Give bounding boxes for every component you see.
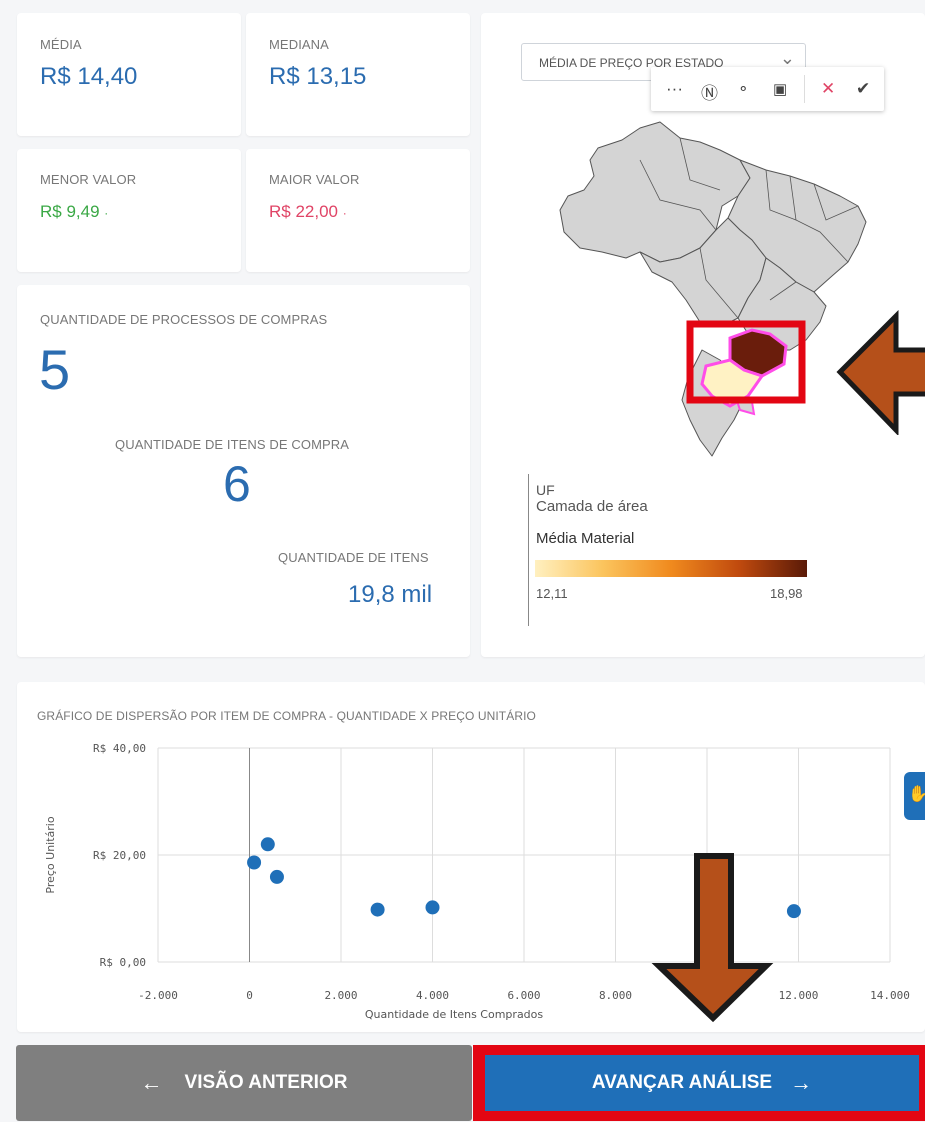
previous-view-label: VISÃO ANTERIOR <box>184 1072 348 1093</box>
annotation-arrow-down <box>651 853 774 1023</box>
scatter-point[interactable] <box>260 837 275 852</box>
arrow-right-icon: → <box>790 1070 813 1095</box>
advance-analysis-button[interactable]: AVANÇAR ANÁLISE → <box>485 1055 919 1111</box>
previous-view-button[interactable]: ← VISÃO ANTERIOR <box>16 1045 472 1121</box>
scatter-point[interactable] <box>269 869 284 884</box>
accessibility-widget[interactable]: ✋ <box>904 772 925 820</box>
y-tick-label: R$ 20,00 <box>93 849 146 862</box>
hand-icon: ✋ <box>908 786 925 803</box>
x-tick-label: 0 <box>246 989 253 1002</box>
y-tick-label: R$ 0,00 <box>100 956 146 969</box>
arrow-left-icon: ← <box>140 1070 163 1095</box>
scatter-point[interactable] <box>425 900 440 915</box>
advance-analysis-highlight: AVANÇAR ANÁLISE → <box>473 1045 925 1121</box>
advance-analysis-label: AVANÇAR ANÁLISE <box>591 1072 773 1093</box>
x-tick-label: 4.000 <box>416 989 449 1002</box>
x-tick-label: 8.000 <box>599 989 632 1002</box>
scatter-point[interactable] <box>370 902 385 917</box>
y-tick-label: R$ 40,00 <box>93 742 146 755</box>
scatter-chart[interactable]: -2.00002.0004.0006.0008.00010.00012.0001… <box>0 0 925 1040</box>
x-tick-label: 14.000 <box>870 989 910 1002</box>
x-tick-label: -2.000 <box>138 989 178 1002</box>
scatter-point[interactable] <box>786 904 801 919</box>
x-tick-label: 12.000 <box>779 989 819 1002</box>
x-tick-label: 2.000 <box>324 989 357 1002</box>
scatter-point[interactable] <box>247 855 262 870</box>
x-axis-label: Quantidade de Itens Comprados <box>365 1008 544 1021</box>
y-axis-label: Preço Unitário <box>44 816 57 893</box>
x-tick-label: 6.000 <box>507 989 540 1002</box>
